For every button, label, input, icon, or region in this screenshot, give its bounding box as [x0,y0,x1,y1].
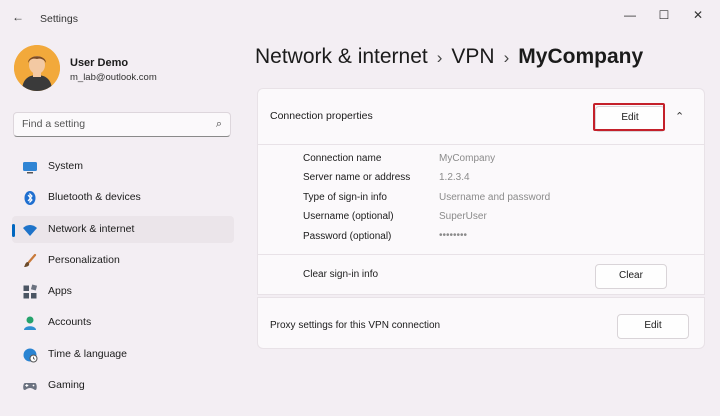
brush-icon [24,253,37,267]
sidebar-item-system[interactable]: System [12,153,234,180]
maximize-icon[interactable]: ☐ [654,8,674,22]
property-value: •••••••• [439,230,468,241]
sidebar-item-label: Gaming [48,379,85,392]
edit-highlight-box [593,103,665,131]
sidebar-item-label: Bluetooth & devices [48,191,141,204]
sidebar-item-label: Accounts [48,316,92,329]
sidebar-item-label: System [48,160,84,172]
proxy-settings-label: Proxy settings for this VPN connection [270,320,441,331]
sidebar-item-label: Personalization [48,253,120,266]
clear-sign-in-label: Clear sign-in info [303,269,379,280]
gamepad-icon [23,383,37,391]
close-icon[interactable]: ✕ [688,8,708,22]
active-indicator [12,223,15,237]
chevron-up-icon[interactable]: ⌃ [675,110,684,123]
system-icon [23,162,37,174]
search-input[interactable] [22,118,202,130]
property-label: Type of sign-in info [303,192,387,203]
sidebar-item-label: Network & internet [48,222,135,235]
sidebar-item-label: Apps [48,285,72,298]
wifi-icon [23,224,37,236]
minimize-icon[interactable]: — [620,8,640,22]
sidebar-item-personalization[interactable]: Personalization [12,247,234,274]
property-label: Username (optional) [303,211,394,222]
user-avatar-icon [14,45,60,91]
breadcrumb-vpn[interactable]: VPN [451,45,494,68]
property-value: SuperUser [439,211,487,222]
breadcrumb-network[interactable]: Network & internet [255,45,428,68]
search-box[interactable]: ⌕ [13,112,231,137]
breadcrumb: Network & internet › VPN › MyCompany [255,45,643,69]
sidebar-item-time-language[interactable]: Time & language [12,341,234,368]
connection-properties-title: Connection properties [270,110,373,122]
divider [258,254,704,255]
title-bar: ← Settings — ☐ ✕ [0,0,720,36]
sidebar-nav: System Bluetooth & devices Network & int… [12,153,234,403]
search-icon[interactable]: ⌕ [216,118,222,131]
user-name: User Demo [70,57,129,69]
breadcrumb-separator: › [436,48,443,67]
user-email: m_lab@outlook.com [70,72,157,83]
edit-proxy-button[interactable]: Edit [617,314,689,339]
avatar[interactable] [14,45,60,91]
sidebar-item-gaming[interactable]: Gaming [12,372,234,399]
bluetooth-icon [24,191,36,206]
property-label: Connection name [303,153,382,164]
page-title: MyCompany [518,45,644,68]
back-arrow-icon[interactable]: ← [12,10,24,24]
property-value: Username and password [439,192,551,203]
sidebar-item-label: Time & language [48,347,127,360]
property-label: Server name or address [303,172,411,183]
sidebar-item-accounts[interactable]: Accounts [12,309,234,336]
divider [258,144,704,145]
sidebar-item-network[interactable]: Network & internet [12,215,234,243]
property-label: Password (optional) [303,231,392,242]
proxy-settings-card: Proxy settings for this VPN connection E… [257,297,705,349]
breadcrumb-separator: › [503,48,510,67]
clear-button[interactable]: Clear [595,264,667,289]
apps-icon [23,284,38,299]
sidebar-item-apps[interactable]: Apps [12,278,234,305]
app-title: Settings [40,13,78,25]
property-value: 1.2.3.4 [439,172,470,183]
globe-icon [23,348,38,363]
connection-properties-card: Connection properties Edit ⌃ Connection … [257,88,705,295]
accounts-icon [24,316,36,331]
property-value: MyCompany [439,153,496,164]
sidebar-item-bluetooth[interactable]: Bluetooth & devices [12,184,234,211]
